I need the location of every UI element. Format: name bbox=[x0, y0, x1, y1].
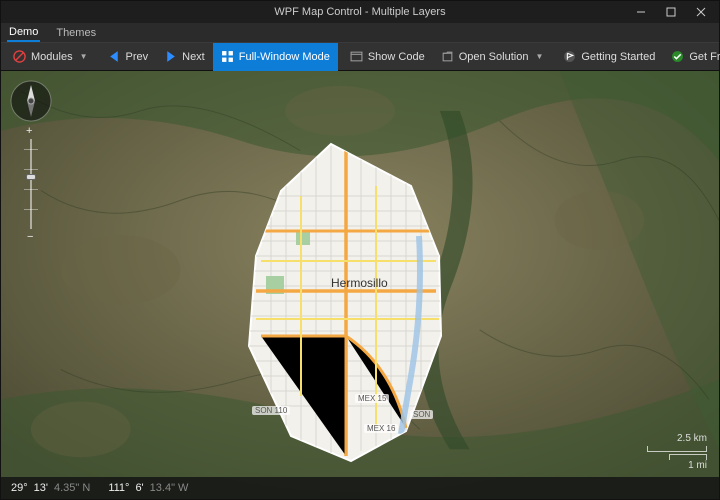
zoom-tick bbox=[24, 169, 38, 170]
road-label-son110: SON 110 bbox=[252, 406, 290, 415]
zoom-tick bbox=[24, 189, 38, 190]
flag-icon bbox=[563, 50, 576, 63]
lat-deg: 29° bbox=[11, 482, 28, 494]
full-window-label: Full-Window Mode bbox=[239, 51, 330, 63]
lat-sec-dir: 4.35" N bbox=[54, 482, 90, 494]
menu-themes[interactable]: Themes bbox=[54, 25, 98, 41]
zoom-slider[interactable]: + − bbox=[24, 129, 38, 239]
next-button[interactable]: Next bbox=[156, 43, 213, 71]
menubar: Demo Themes bbox=[1, 23, 719, 43]
getting-started-button[interactable]: Getting Started bbox=[555, 43, 663, 71]
prev-button[interactable]: Prev bbox=[100, 43, 157, 71]
prev-label: Prev bbox=[126, 51, 149, 63]
close-button[interactable] bbox=[687, 3, 715, 21]
get-support-button[interactable]: Get Free Support bbox=[663, 43, 720, 71]
show-code-label: Show Code bbox=[368, 51, 425, 63]
scale-bar: 2.5 km 1 mi bbox=[647, 433, 707, 471]
scale-line-mi bbox=[669, 454, 707, 460]
road-label-mex16: MEX 16 bbox=[364, 424, 398, 433]
road-label-son: SON bbox=[410, 410, 433, 419]
minimize-button[interactable] bbox=[627, 3, 655, 21]
modules-button[interactable]: Modules ▼ bbox=[5, 43, 96, 71]
maximize-button[interactable] bbox=[657, 3, 685, 21]
show-code-button[interactable]: Show Code bbox=[342, 43, 433, 71]
lon-min: 6' bbox=[135, 482, 143, 494]
coordinate-bar: 29° 13' 4.35" N 111° 6' 13.4" W bbox=[1, 477, 719, 499]
zoom-tick bbox=[24, 209, 38, 210]
open-solution-label: Open Solution bbox=[459, 51, 529, 63]
getting-started-label: Getting Started bbox=[581, 51, 655, 63]
chevron-down-icon: ▼ bbox=[535, 52, 543, 61]
street-map-overlay-layer bbox=[201, 136, 481, 466]
next-icon bbox=[164, 50, 177, 63]
zoom-thumb[interactable] bbox=[26, 174, 36, 180]
zoom-tick bbox=[24, 149, 38, 150]
lon-deg: 111° bbox=[108, 482, 129, 494]
scale-mi-label: 1 mi bbox=[647, 460, 707, 471]
toolbar: Modules ▼ Prev Next Full-Window Mode Show… bbox=[1, 43, 719, 71]
road-label-mex15: MEX 15 bbox=[355, 394, 389, 403]
solution-icon bbox=[441, 50, 454, 63]
prev-icon bbox=[108, 50, 121, 63]
chevron-down-icon: ▼ bbox=[80, 52, 88, 61]
city-label: Hermosillo bbox=[331, 276, 388, 290]
zoom-out-icon[interactable]: − bbox=[27, 231, 33, 243]
titlebar: WPF Map Control - Multiple Layers bbox=[1, 1, 719, 23]
open-solution-button[interactable]: Open Solution ▼ bbox=[433, 43, 552, 71]
scale-km-label: 2.5 km bbox=[647, 433, 707, 444]
map-viewport[interactable]: Hermosillo SON 110 MEX 15 MEX 16 SON + −… bbox=[1, 71, 719, 499]
compass-control[interactable] bbox=[9, 79, 53, 123]
scale-line-km bbox=[647, 446, 707, 452]
zoom-in-icon[interactable]: + bbox=[26, 125, 32, 137]
modules-label: Modules bbox=[31, 51, 73, 63]
fullscreen-icon bbox=[221, 50, 234, 63]
zoom-track bbox=[30, 139, 32, 229]
lon-sec-dir: 13.4" W bbox=[150, 482, 189, 494]
code-icon bbox=[350, 50, 363, 63]
menu-demo[interactable]: Demo bbox=[7, 24, 40, 42]
lat-min: 13' bbox=[34, 482, 48, 494]
window-title: WPF Map Control - Multiple Layers bbox=[274, 6, 445, 18]
no-entry-icon bbox=[13, 50, 26, 63]
full-window-mode-button[interactable]: Full-Window Mode bbox=[213, 43, 338, 71]
get-support-label: Get Free Support bbox=[689, 51, 720, 63]
next-label: Next bbox=[182, 51, 205, 63]
support-icon bbox=[671, 50, 684, 63]
